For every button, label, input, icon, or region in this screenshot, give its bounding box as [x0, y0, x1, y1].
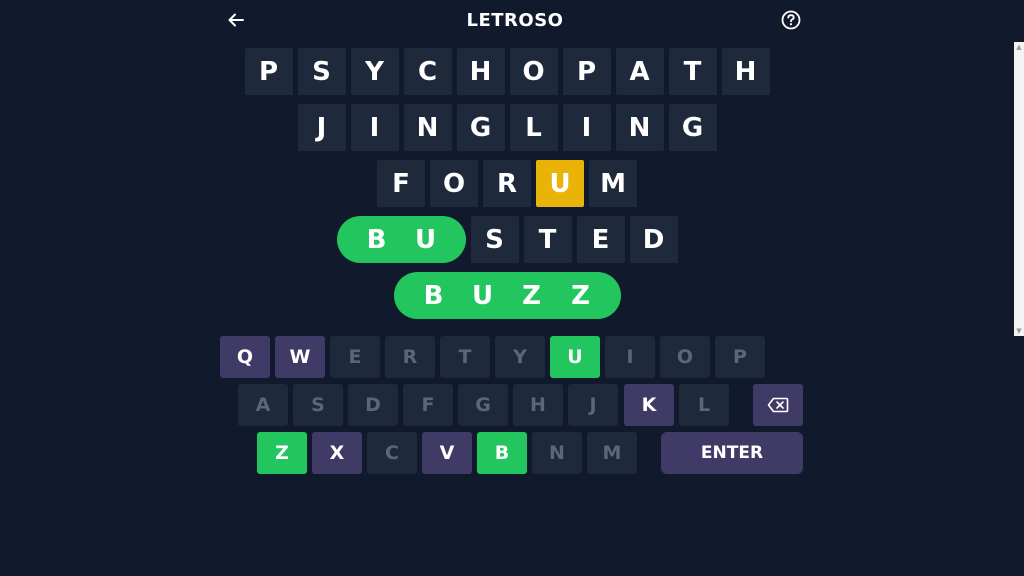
key-s[interactable]: S	[293, 384, 343, 426]
key-f[interactable]: F	[403, 384, 453, 426]
letter-tile-correct: Z	[522, 280, 541, 311]
key-g[interactable]: G	[458, 384, 508, 426]
backspace-icon	[767, 397, 789, 413]
key-i[interactable]: I	[605, 336, 655, 378]
letter-tile: O	[430, 160, 478, 207]
key-t[interactable]: T	[440, 336, 490, 378]
letter-tile: D	[629, 216, 678, 263]
keyboard-row-1: Q W E R T Y U I O P	[0, 336, 1014, 378]
letter-tile: G	[668, 104, 717, 151]
letter-tile: T	[668, 48, 717, 95]
key-z[interactable]: Z	[257, 432, 307, 474]
letter-tile-correct: U	[471, 280, 494, 311]
letter-tile: M	[589, 160, 637, 207]
correct-sequence: B U Z Z	[393, 272, 621, 319]
letter-tile: P	[244, 48, 293, 95]
key-q[interactable]: Q	[220, 336, 270, 378]
letter-tile: R	[483, 160, 531, 207]
correct-sequence: B U	[336, 216, 466, 263]
on-screen-keyboard: Q W E R T Y U I O P A S D F G H J K L Z …	[0, 336, 1014, 480]
letter-tile: L	[509, 104, 558, 151]
keyboard-row-2: A S D F G H J K L	[0, 384, 1014, 426]
key-o[interactable]: O	[660, 336, 710, 378]
key-u[interactable]: U	[550, 336, 600, 378]
letter-tile: E	[576, 216, 625, 263]
key-c[interactable]: C	[367, 432, 417, 474]
key-l[interactable]: L	[679, 384, 729, 426]
letter-tile: S	[470, 216, 519, 263]
letter-tile: T	[523, 216, 572, 263]
letroso-app: LETROSO P S Y C H O P A T H J I N G L I …	[0, 0, 1024, 576]
key-y[interactable]: Y	[495, 336, 545, 378]
help-icon[interactable]	[780, 9, 804, 33]
key-v[interactable]: V	[422, 432, 472, 474]
key-k[interactable]: K	[624, 384, 674, 426]
letter-tile: H	[721, 48, 770, 95]
key-n[interactable]: N	[532, 432, 582, 474]
letter-tile-present: U	[536, 160, 584, 207]
letter-tile: S	[297, 48, 346, 95]
key-d[interactable]: D	[348, 384, 398, 426]
keyboard-row-3: Z X C V B N M ENTER	[0, 432, 1014, 474]
letter-tile: G	[456, 104, 505, 151]
letter-tile-correct: B	[366, 224, 387, 255]
scroll-down-icon[interactable]: ▼	[1014, 326, 1024, 336]
letter-tile: H	[456, 48, 505, 95]
key-b[interactable]: B	[477, 432, 527, 474]
letter-tile: N	[615, 104, 664, 151]
scrollbar[interactable]: ▲ ▼	[1014, 42, 1024, 336]
enter-button[interactable]: ENTER	[661, 432, 803, 474]
key-r[interactable]: R	[385, 336, 435, 378]
key-j[interactable]: J	[568, 384, 618, 426]
letter-tile: A	[615, 48, 664, 95]
letter-tile: I	[562, 104, 611, 151]
letter-tile: C	[403, 48, 452, 95]
key-a[interactable]: A	[238, 384, 288, 426]
guess-row-1: P S Y C H O P A T H	[0, 48, 1014, 95]
letter-tile: N	[403, 104, 452, 151]
backspace-key[interactable]	[753, 384, 803, 426]
letter-tile-correct: Z	[571, 280, 590, 311]
letter-tile: P	[562, 48, 611, 95]
game-board: P S Y C H O P A T H J I N G L I N G F O …	[0, 48, 1014, 328]
guess-row-3: F O R U M	[0, 160, 1014, 207]
header: LETROSO	[220, 0, 810, 44]
page-title: LETROSO	[466, 10, 564, 31]
letter-tile: J	[297, 104, 346, 151]
guess-row-5: B U Z Z	[0, 272, 1014, 319]
letter-tile: O	[509, 48, 558, 95]
letter-tile: Y	[350, 48, 399, 95]
key-h[interactable]: H	[513, 384, 563, 426]
key-e[interactable]: E	[330, 336, 380, 378]
key-w[interactable]: W	[275, 336, 325, 378]
key-m[interactable]: M	[587, 432, 637, 474]
key-x[interactable]: X	[312, 432, 362, 474]
scroll-up-icon[interactable]: ▲	[1014, 42, 1024, 52]
guess-row-4: B U S T E D	[0, 216, 1014, 263]
letter-tile-correct: U	[414, 224, 437, 255]
letter-tile: I	[350, 104, 399, 151]
key-p[interactable]: P	[715, 336, 765, 378]
letter-tile: F	[377, 160, 425, 207]
letter-tile-correct: B	[423, 280, 444, 311]
guess-row-2: J I N G L I N G	[0, 104, 1014, 151]
